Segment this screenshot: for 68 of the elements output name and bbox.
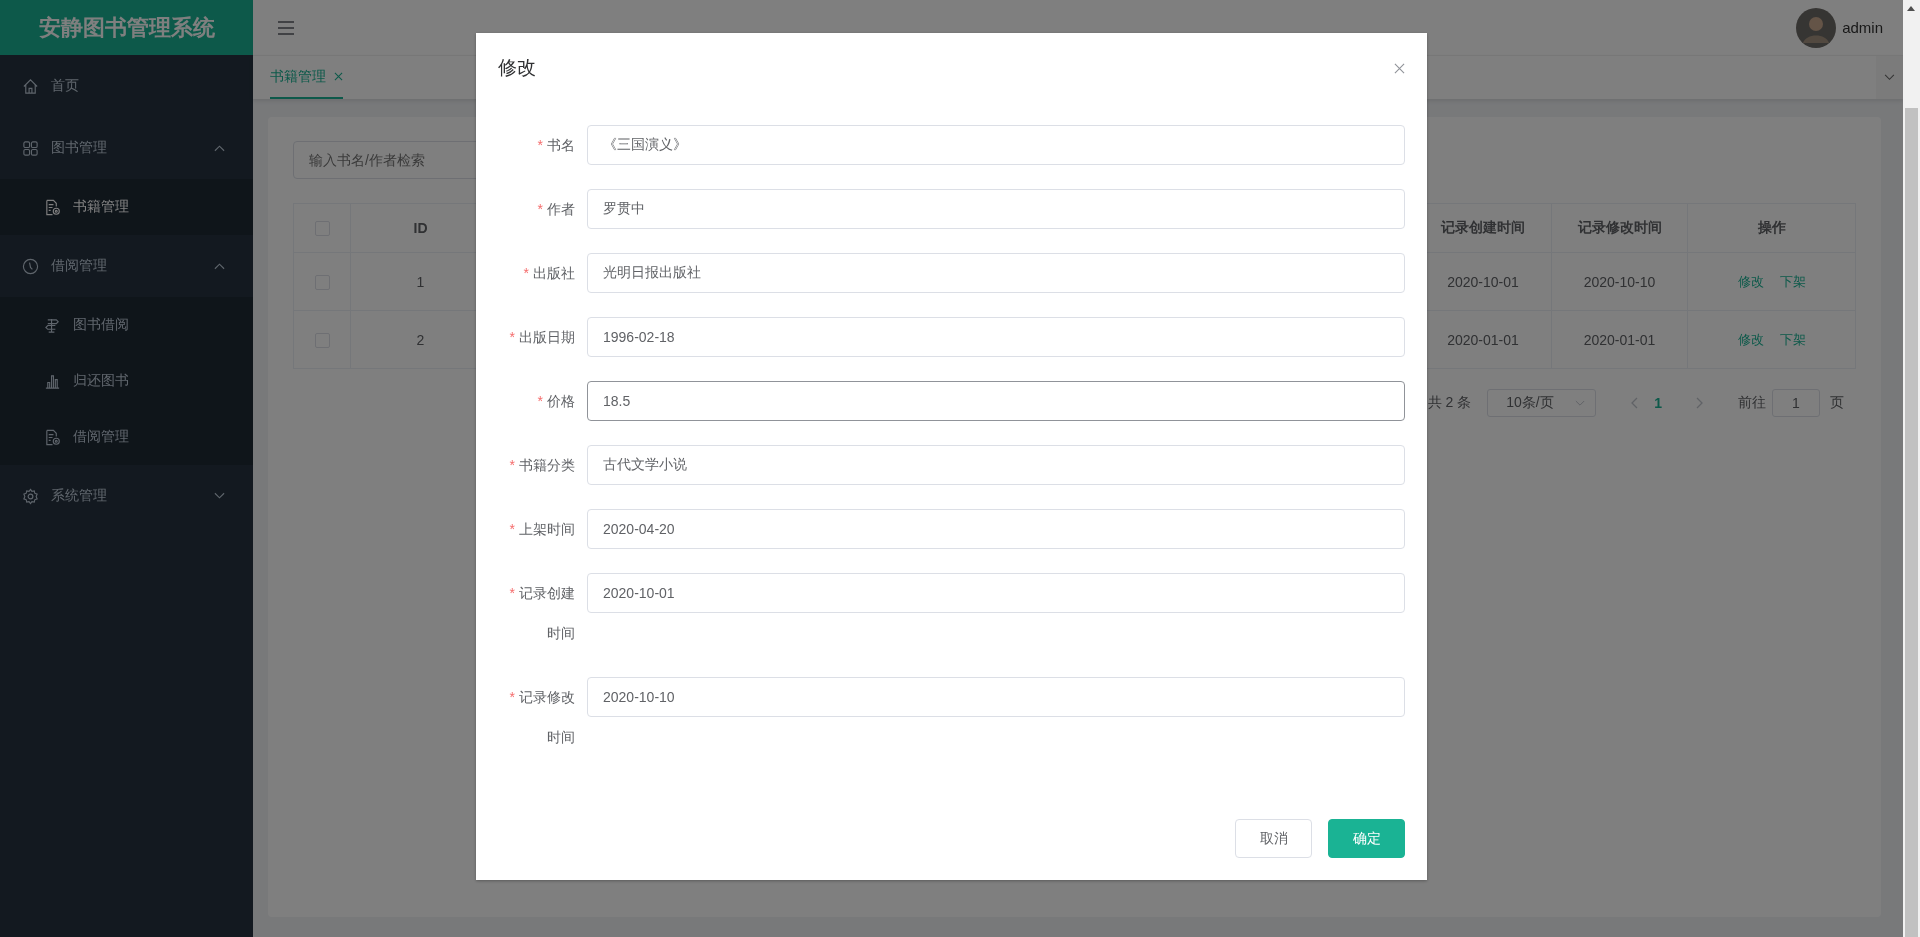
sidebar-subitem[interactable]: 借阅管理 xyxy=(0,409,253,465)
input-field[interactable]: 罗贯中 xyxy=(587,189,1405,229)
menu-icon[interactable] xyxy=(277,20,295,35)
input-field[interactable]: 《三国演义》 xyxy=(587,125,1405,165)
chevron-down-icon xyxy=(1884,74,1895,81)
input-field[interactable]: 古代文学小说 xyxy=(587,445,1405,485)
action-link[interactable]: 修改 xyxy=(1737,330,1764,349)
document-gear-icon xyxy=(44,428,61,446)
chevron-down-icon xyxy=(214,492,225,500)
sidebar-item[interactable]: 首页 xyxy=(0,55,253,117)
bar-chart-icon xyxy=(44,372,61,390)
chevron-up-icon xyxy=(214,262,225,270)
total-count: 共 2 条 xyxy=(1427,394,1472,412)
input-field[interactable]: 18.5 xyxy=(587,381,1405,421)
settings-icon xyxy=(22,487,39,505)
clock-icon xyxy=(22,257,39,275)
field-label: * 记录创建时间 xyxy=(508,584,576,643)
next-page-icon[interactable] xyxy=(1696,397,1704,409)
action-link[interactable]: 下架 xyxy=(1779,330,1806,349)
field-label: * 出版社 xyxy=(522,264,576,283)
tab-label[interactable]: 书籍管理 xyxy=(270,67,326,86)
close-icon[interactable] xyxy=(334,72,343,81)
document-gear-icon xyxy=(44,198,61,216)
action-link[interactable]: 修改 xyxy=(1737,272,1764,291)
input-field[interactable]: 2020-10-01 xyxy=(587,573,1405,613)
table-cell: 2020-01-01 xyxy=(1551,310,1688,369)
sidebar-subitem[interactable]: 书籍管理 xyxy=(0,179,253,235)
page-number[interactable]: 1 xyxy=(1654,395,1662,411)
sidebar-item[interactable]: 系统管理 xyxy=(0,465,253,527)
previous-page-icon[interactable] xyxy=(1630,397,1639,409)
chevron-up-icon xyxy=(214,144,225,152)
column-header: 操作 xyxy=(1687,203,1856,253)
table-cell: 2020-10-10 xyxy=(1551,252,1688,311)
close-icon[interactable] xyxy=(1394,62,1405,74)
tabs-dropdown-button[interactable] xyxy=(1876,56,1903,99)
column-header: 记录修改时间 xyxy=(1551,203,1688,253)
home-icon xyxy=(22,77,39,95)
scroll-up-arrow-icon[interactable] xyxy=(1907,6,1915,11)
page-suffix: 页 xyxy=(1830,394,1844,412)
signpost-icon xyxy=(44,316,61,334)
input-field[interactable]: 1996-02-18 xyxy=(587,317,1405,357)
user-name: admin xyxy=(1842,19,1883,36)
scrollbar[interactable] xyxy=(1903,0,1920,937)
page-jump-field[interactable]: 1 xyxy=(1772,389,1820,417)
chevron-down-icon xyxy=(1575,399,1586,407)
input-field[interactable]: 2020-04-20 xyxy=(587,509,1405,549)
field-label: * 书籍分类 xyxy=(508,456,576,475)
sidebar-item[interactable]: 图书管理 xyxy=(0,117,253,179)
avatar[interactable] xyxy=(1796,7,1837,48)
field-label: * 记录修改时间 xyxy=(508,688,576,747)
field-label: * 出版日期 xyxy=(508,328,576,347)
page-size-select[interactable]: 10条/页 xyxy=(1487,389,1597,417)
sidebar-subitem[interactable]: 图书借阅 xyxy=(0,297,253,353)
tab[interactable]: 书籍管理 xyxy=(270,56,343,99)
field-label: * 上架时间 xyxy=(508,520,576,539)
app-title: 安静图书管理系统 xyxy=(0,0,253,55)
jump-label: 前往 xyxy=(1738,394,1766,412)
input-field[interactable]: 2020-10-10 xyxy=(587,677,1405,717)
sidebar-item[interactable]: 借阅管理 xyxy=(0,235,253,297)
cancel-button[interactable]: 取消 xyxy=(1235,819,1312,858)
sidebar-subitem[interactable]: 归还图书 xyxy=(0,353,253,409)
dialog-title: 修改 xyxy=(498,56,536,80)
input-field[interactable]: 光明日报出版社 xyxy=(587,253,1405,293)
field-label: * 价格 xyxy=(536,392,576,411)
action-link[interactable]: 下架 xyxy=(1779,272,1806,291)
field-label: * 作者 xyxy=(536,200,576,219)
confirm-button[interactable]: 确定 xyxy=(1328,819,1405,858)
grid-icon xyxy=(22,139,39,157)
